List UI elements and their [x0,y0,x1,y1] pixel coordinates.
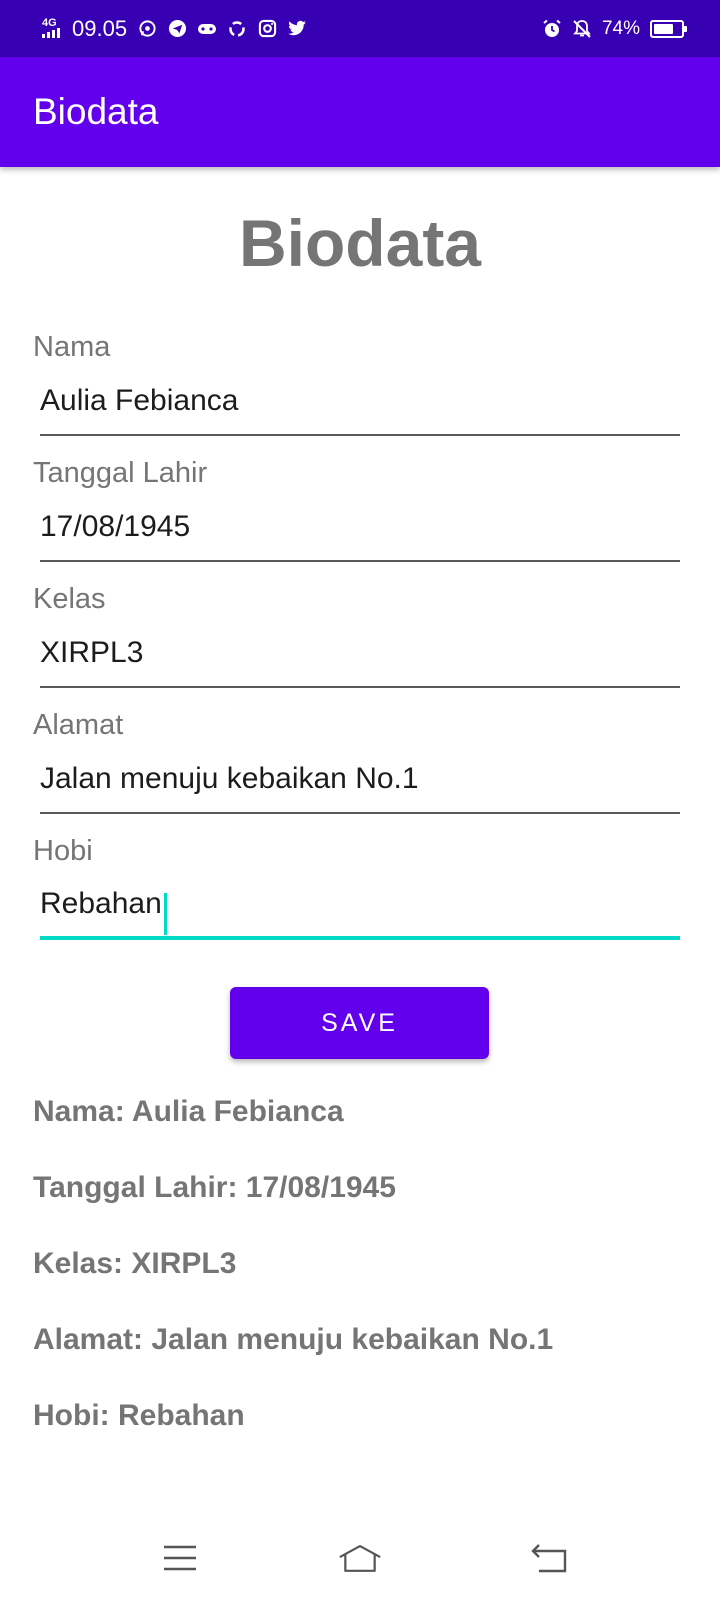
nama-input[interactable] [40,376,680,436]
page-title: Biodata [238,206,482,280]
notifications-off-icon [572,19,592,39]
hobi-label: Hobi [33,835,93,867]
result-tanggal-lahir: Tanggal Lahir: 17/08/1945 [33,1171,396,1204]
signal-icon [42,28,60,38]
kelas-input[interactable] [40,628,680,688]
navigation-bar [0,1520,720,1600]
app-bar-title: Biodata [33,91,159,132]
battery-level [654,23,674,34]
menu-icon[interactable] [158,1538,202,1578]
whatsapp-icon [137,19,157,39]
alarm-icon [542,19,562,39]
alamat-input[interactable] [40,754,680,814]
status-time: 09.05 [72,15,128,41]
network-type: 4G [42,17,57,29]
twitter-icon [287,19,307,39]
save-button[interactable]: SAVE [230,987,489,1059]
text-cursor [164,893,167,935]
instagram-icon [257,19,277,39]
back-icon[interactable] [528,1538,572,1578]
battery-icon [650,19,687,38]
game-controller-icon [197,19,217,39]
sync-icon [227,19,247,39]
result-alamat: Alamat: Jalan menuju kebaikan No.1 [33,1323,554,1356]
result-hobi: Hobi: Rebahan [33,1399,245,1432]
battery-percent: 74% [601,17,640,39]
result-nama: Nama: Aulia Febianca [33,1095,344,1128]
app-bar: Biodata [0,57,720,167]
tanggal-lahir-label: Tanggal Lahir [33,457,208,489]
hobi-input[interactable] [40,880,680,940]
status-bar: 4G 09.05 74% [0,0,720,57]
home-icon[interactable] [338,1538,382,1578]
result-kelas: Kelas: XIRPL3 [33,1247,237,1280]
kelas-label: Kelas [33,583,106,615]
telegram-icon [167,19,187,39]
alamat-label: Alamat [33,709,124,741]
nama-label: Nama [33,331,111,363]
status-bar-left: 4G 09.05 [42,16,307,42]
status-bar-right: 74% [542,17,687,40]
tanggal-lahir-input[interactable] [40,502,680,562]
network-indicator: 4G [42,17,60,38]
